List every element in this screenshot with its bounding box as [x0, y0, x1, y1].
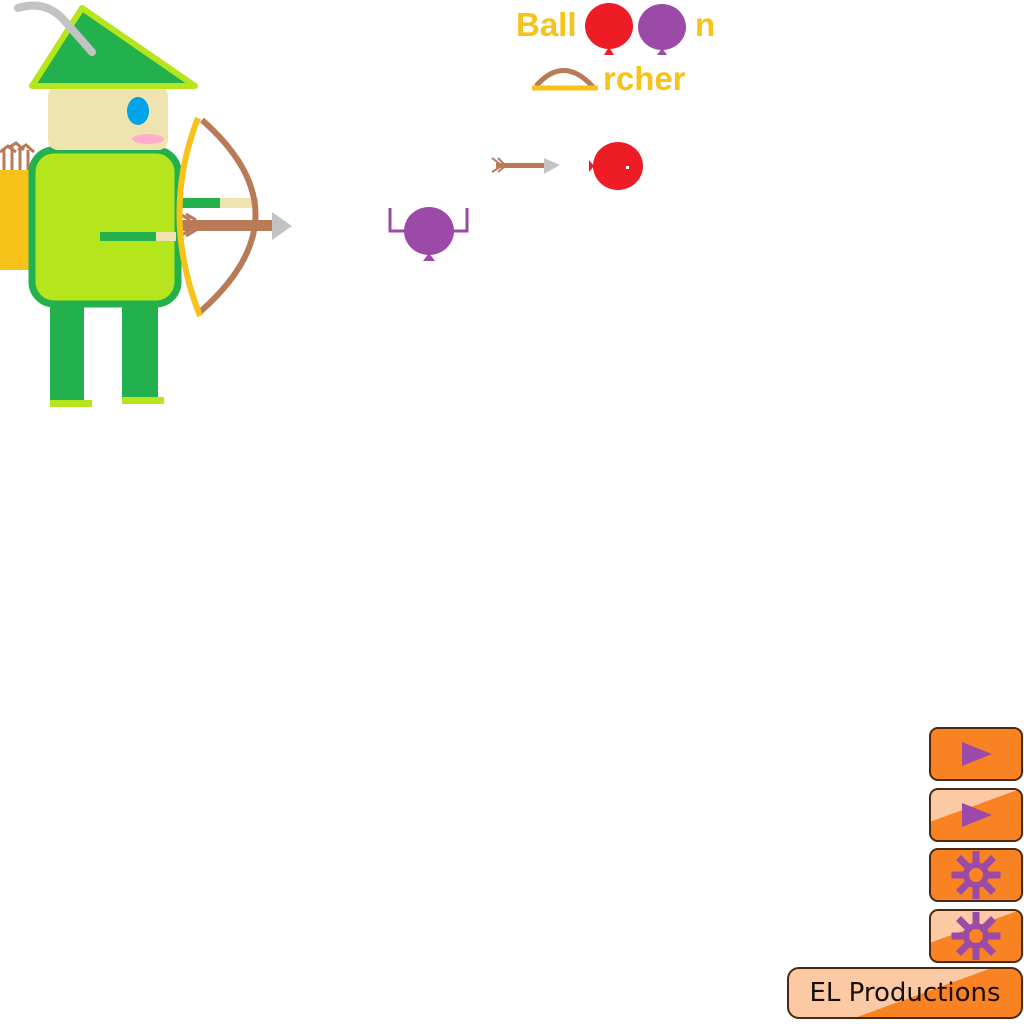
play-icon [962, 742, 992, 766]
credits-button[interactable]: EL Productions [787, 967, 1023, 1019]
archer-tunic [28, 146, 182, 308]
credits-label: EL Productions [809, 978, 1001, 1008]
title-red-balloon [585, 3, 633, 55]
title-purple-balloon [638, 4, 686, 55]
settings-button[interactable] [929, 848, 1023, 902]
nocked-arrow [179, 212, 292, 240]
flying-arrow [491, 157, 560, 174]
title-balloons-icon [585, 3, 686, 55]
title-ball-text: Ball [516, 6, 577, 43]
settings-alt-button[interactable] [929, 909, 1023, 963]
gear-icon [951, 912, 1001, 960]
archer-legs [50, 295, 164, 407]
archer-head [48, 86, 168, 150]
title-n-text: n [695, 6, 716, 43]
gear-icon [951, 851, 1001, 899]
title-rcher-text: rcher [603, 60, 686, 97]
archer-character [0, 1, 292, 407]
play-button[interactable] [929, 727, 1023, 781]
play-icon [962, 803, 992, 827]
play-alt-button[interactable] [929, 788, 1023, 842]
archer-hat [14, 1, 198, 89]
red-balloon-target [589, 142, 643, 190]
purple-balloon-target [388, 207, 469, 261]
title-bow-icon [532, 68, 598, 91]
